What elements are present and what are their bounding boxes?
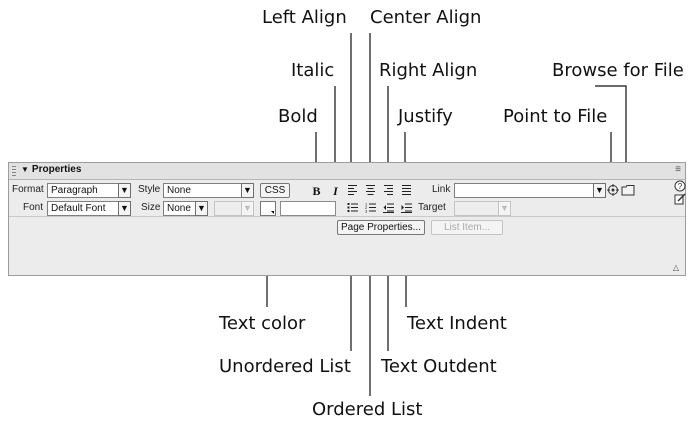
font-dropdown-arrow-icon[interactable]: ▼: [118, 201, 131, 216]
size-label: Size: [141, 202, 161, 213]
size-unit-select: [214, 201, 242, 216]
text-indent-icon[interactable]: [400, 202, 413, 216]
link-input[interactable]: [454, 183, 594, 198]
panel-title-label: Properties: [31, 164, 82, 175]
drag-grip-icon[interactable]: [12, 166, 16, 176]
svg-text:?: ?: [677, 182, 682, 191]
unordered-list-icon[interactable]: [346, 202, 359, 216]
panel-divider: [9, 216, 685, 217]
text-outdent-icon[interactable]: [382, 202, 395, 216]
link-label: Link: [432, 184, 451, 195]
point-to-file-icon[interactable]: [606, 184, 619, 198]
size-unit-dropdown-arrow-icon: ▼: [241, 201, 254, 216]
style-dropdown-arrow-icon[interactable]: ▼: [241, 183, 254, 198]
font-select[interactable]: Default Font: [47, 201, 119, 216]
format-dropdown-arrow-icon[interactable]: ▼: [118, 183, 131, 198]
target-label: Target: [418, 202, 446, 213]
size-select[interactable]: None: [163, 201, 196, 216]
align-center-icon[interactable]: [364, 184, 377, 198]
page-properties-button[interactable]: Page Properties...: [337, 220, 425, 235]
italic-button[interactable]: I: [329, 184, 342, 198]
svg-text:3: 3: [365, 209, 368, 214]
ordered-list-icon[interactable]: 123: [364, 202, 377, 216]
style-label: Style: [138, 184, 161, 195]
panel-titlebar[interactable]: ▼ Properties ≡: [9, 163, 685, 180]
list-item-button: List Item...: [431, 220, 503, 235]
bold-button[interactable]: B: [310, 184, 323, 198]
collapse-triangle-icon[interactable]: ▼: [21, 165, 29, 174]
options-menu-icon[interactable]: ≡: [675, 164, 681, 175]
link-dropdown-arrow-icon[interactable]: ▼: [593, 183, 606, 198]
target-dropdown-arrow-icon: ▼: [498, 201, 511, 216]
format-select[interactable]: Paragraph: [47, 183, 119, 198]
align-justify-icon[interactable]: [400, 184, 413, 198]
panel-title[interactable]: ▼ Properties: [21, 164, 81, 175]
folder-icon[interactable]: [620, 184, 635, 198]
quick-tag-editor-icon[interactable]: [673, 193, 686, 207]
font-label: Font: [23, 202, 44, 213]
target-select: [454, 201, 499, 216]
align-left-icon[interactable]: [346, 184, 359, 198]
style-select[interactable]: None: [163, 183, 242, 198]
help-icon[interactable]: ?: [673, 180, 686, 194]
size-dropdown-arrow-icon[interactable]: ▼: [195, 201, 208, 216]
properties-panel: ▼ Properties ≡ Format Paragraph ▼ Style N…: [8, 162, 686, 276]
text-color-input[interactable]: [280, 201, 336, 216]
align-right-icon[interactable]: [382, 184, 395, 198]
text-color-swatch[interactable]: [260, 201, 276, 216]
css-button[interactable]: CSS: [260, 183, 290, 198]
format-label: Format: [12, 184, 44, 195]
expand-arrow-icon[interactable]: △: [673, 263, 679, 272]
